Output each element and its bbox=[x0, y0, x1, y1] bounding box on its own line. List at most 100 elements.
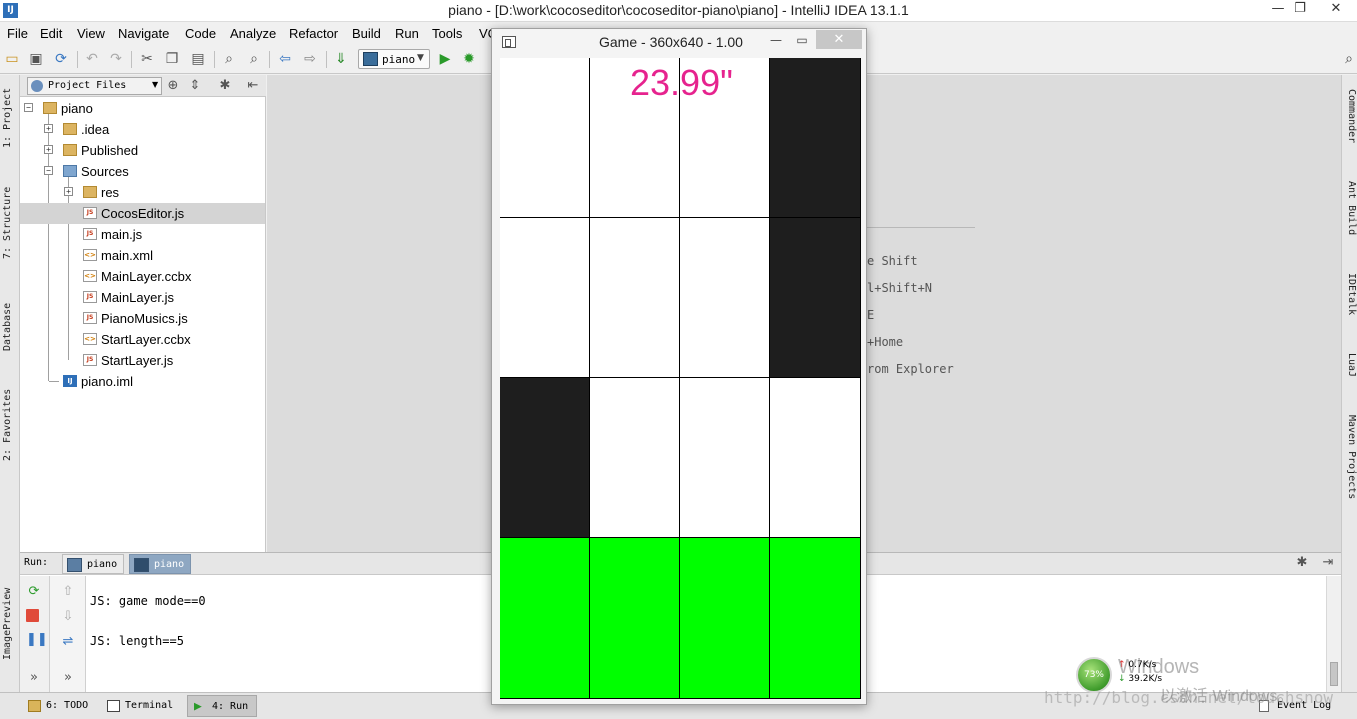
tree-item-mainlayer-js[interactable]: JS MainLayer.js bbox=[20, 287, 265, 308]
project-view-select[interactable]: Project Files ▼ bbox=[27, 77, 162, 95]
piano-tile-green[interactable] bbox=[680, 538, 770, 699]
open-folder-icon[interactable]: ▭ bbox=[3, 50, 21, 68]
piano-tile-black[interactable] bbox=[770, 218, 861, 378]
tab-todo[interactable]: 6: TODO bbox=[22, 695, 96, 717]
tab-project[interactable]: 1: Project bbox=[2, 83, 18, 153]
replace-icon[interactable]: ⌕ bbox=[245, 50, 263, 68]
menu-tools[interactable]: Tools bbox=[432, 26, 462, 41]
tab-run[interactable]: ▶ 4: Run bbox=[187, 695, 258, 717]
make-project-icon[interactable]: ⇓ bbox=[332, 50, 350, 68]
piano-tile-white[interactable] bbox=[500, 58, 590, 218]
menu-analyze[interactable]: Analyze bbox=[230, 26, 276, 41]
tree-item-mainlayer-ccbx[interactable]: <> MainLayer.ccbx bbox=[20, 266, 265, 287]
tab-favorites[interactable]: 2: Favorites bbox=[2, 383, 18, 467]
menu-edit[interactable]: Edit bbox=[40, 26, 62, 41]
console-scrollbar[interactable] bbox=[1326, 576, 1341, 693]
more-actions-icon[interactable]: » bbox=[60, 670, 76, 686]
menu-run[interactable]: Run bbox=[395, 26, 419, 41]
paste-icon[interactable]: ▤ bbox=[189, 50, 207, 68]
tab-luaj[interactable]: LuaJ bbox=[1344, 353, 1357, 393]
hide-panel-icon[interactable]: ⇥ bbox=[1320, 555, 1336, 571]
tree-item-piano-iml[interactable]: IJ piano.iml bbox=[20, 371, 265, 392]
save-icon[interactable]: ▣ bbox=[27, 50, 45, 68]
sync-icon[interactable]: ⟳ bbox=[52, 50, 70, 68]
tree-item-sources[interactable]: − Sources bbox=[20, 161, 265, 182]
down-arrow-icon[interactable]: ⇩ bbox=[60, 609, 76, 625]
tree-item-published[interactable]: + Published bbox=[20, 140, 265, 161]
menu-file[interactable]: File bbox=[7, 26, 28, 41]
search-everywhere-icon[interactable]: ⌕ bbox=[1340, 50, 1357, 68]
close-window-button[interactable]: ✕ bbox=[1315, 0, 1357, 20]
tree-item-cocoseditor-js[interactable]: JS CocosEditor.js bbox=[20, 203, 265, 224]
tab-terminal[interactable]: Terminal bbox=[101, 695, 181, 717]
redo-icon[interactable]: ↷ bbox=[107, 50, 125, 68]
more-actions-icon[interactable]: » bbox=[26, 670, 42, 686]
tab-structure[interactable]: 7: Structure bbox=[2, 183, 18, 263]
scrollbar-thumb[interactable] bbox=[1330, 662, 1338, 686]
run-icon[interactable]: ▶ bbox=[436, 50, 454, 68]
tree-item-res[interactable]: + res bbox=[20, 182, 265, 203]
back-arrow-icon[interactable]: ⇦ bbox=[276, 50, 294, 68]
expand-toggle-icon[interactable]: + bbox=[44, 145, 53, 154]
run-configuration-select[interactable]: piano ▼ bbox=[358, 49, 430, 69]
piano-tile-white[interactable] bbox=[590, 218, 680, 378]
expand-toggle-icon[interactable]: + bbox=[64, 187, 73, 196]
piano-tile-white[interactable] bbox=[770, 378, 861, 538]
piano-tile-white[interactable] bbox=[590, 378, 680, 538]
piano-tile-green[interactable] bbox=[500, 538, 590, 699]
menu-build[interactable]: Build bbox=[352, 26, 381, 41]
close-button[interactable]: ✕ bbox=[816, 30, 862, 49]
network-monitor-widget[interactable]: 73% ↑ 0.7K/s ↓ 39.2K/s bbox=[1074, 655, 1164, 693]
piano-tile-black[interactable] bbox=[500, 378, 590, 538]
copy-icon[interactable]: ❐ bbox=[163, 50, 181, 68]
tab-image-preview[interactable]: ImagePreview bbox=[2, 583, 18, 665]
game-canvas[interactable]: 23.99" bbox=[500, 58, 861, 699]
tree-item-main-xml[interactable]: <> main.xml bbox=[20, 245, 265, 266]
gear-icon[interactable]: ✱ bbox=[217, 78, 233, 94]
rerun-icon[interactable]: ⟳ bbox=[26, 584, 42, 600]
soft-wrap-icon[interactable]: ⇌ bbox=[60, 634, 76, 650]
tab-maven-projects[interactable]: Maven Projects bbox=[1344, 415, 1357, 519]
locate-icon[interactable]: ⊕ bbox=[165, 78, 181, 94]
pause-icon[interactable]: ❚❚ bbox=[26, 632, 48, 648]
minimize-button[interactable]: — bbox=[763, 31, 789, 49]
menu-code[interactable]: Code bbox=[185, 26, 216, 41]
tree-item-main-js[interactable]: JS main.js bbox=[20, 224, 265, 245]
debug-icon[interactable]: ✹ bbox=[460, 50, 478, 68]
tree-item-startlayer-ccbx[interactable]: <> StartLayer.ccbx bbox=[20, 329, 265, 350]
stop-icon[interactable] bbox=[26, 609, 39, 622]
piano-tile-white[interactable] bbox=[680, 378, 770, 538]
gear-icon[interactable]: ✱ bbox=[1294, 555, 1310, 571]
cut-icon[interactable]: ✂ bbox=[138, 50, 156, 68]
collapse-toggle-icon[interactable]: − bbox=[44, 166, 53, 175]
piano-tile-white[interactable] bbox=[500, 218, 590, 378]
tab-ant-build[interactable]: Ant Build bbox=[1344, 181, 1357, 253]
collapse-all-icon[interactable]: ⇕ bbox=[187, 78, 203, 94]
run-tab-icon bbox=[67, 558, 82, 572]
tree-item-piano[interactable]: − piano bbox=[20, 98, 265, 119]
undo-icon[interactable]: ↶ bbox=[83, 50, 101, 68]
collapse-toggle-icon[interactable]: − bbox=[24, 103, 33, 112]
piano-tile-black[interactable] bbox=[770, 58, 861, 218]
maximize-button[interactable]: ❐ bbox=[1285, 0, 1315, 20]
menu-refactor[interactable]: Refactor bbox=[289, 26, 338, 41]
menu-view[interactable]: View bbox=[77, 26, 105, 41]
hide-panel-icon[interactable]: ⇤ bbox=[245, 78, 261, 94]
up-arrow-icon[interactable]: ⇧ bbox=[60, 584, 76, 600]
maximize-button[interactable]: ▭ bbox=[789, 31, 815, 49]
tree-item-pianomusics-js[interactable]: JS PianoMusics.js bbox=[20, 308, 265, 329]
run-tab-piano-2[interactable]: piano bbox=[129, 554, 192, 574]
tab-database[interactable]: Database bbox=[2, 295, 18, 359]
piano-tile-white[interactable] bbox=[680, 218, 770, 378]
tree-item-startlayer-js[interactable]: JS StartLayer.js bbox=[20, 350, 265, 371]
forward-arrow-icon[interactable]: ⇨ bbox=[301, 50, 319, 68]
tab-commander[interactable]: Commander bbox=[1344, 89, 1357, 159]
find-icon[interactable]: ⌕ bbox=[220, 50, 238, 68]
menu-navigate[interactable]: Navigate bbox=[118, 26, 169, 41]
piano-tile-green[interactable] bbox=[770, 538, 861, 699]
tree-item-idea[interactable]: + .idea bbox=[20, 119, 265, 140]
piano-tile-green[interactable] bbox=[590, 538, 680, 699]
tab-idetalk[interactable]: IDEtalk bbox=[1344, 273, 1357, 333]
run-tab-piano-1[interactable]: piano bbox=[62, 554, 125, 574]
expand-toggle-icon[interactable]: + bbox=[44, 124, 53, 133]
